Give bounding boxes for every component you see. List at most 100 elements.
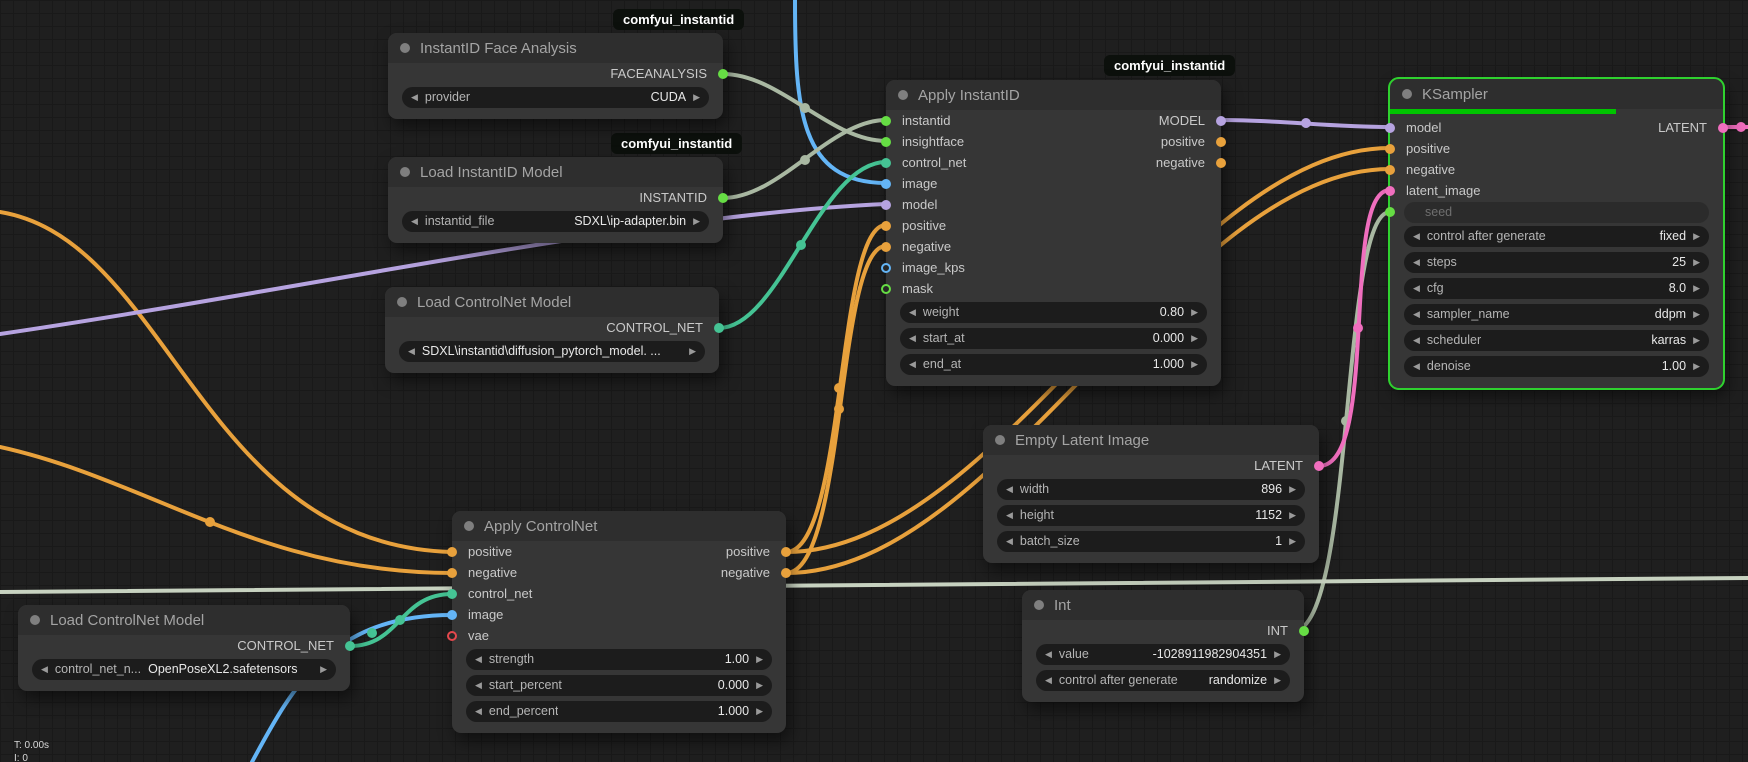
- collapse-dot[interactable]: [464, 521, 474, 531]
- widget-increment-arrow[interactable]: ▶: [1274, 650, 1281, 659]
- node-title-bar[interactable]: Apply ControlNet: [452, 511, 786, 541]
- widget-start_percent[interactable]: ◀start_percent0.000▶: [466, 675, 772, 696]
- node-empty-latent-image[interactable]: Empty Latent ImageLATENT◀width896▶◀heigh…: [983, 425, 1319, 563]
- input-control_net[interactable]: control_net: [452, 583, 532, 604]
- input-model[interactable]: model: [1390, 117, 1441, 138]
- widget-increment-arrow[interactable]: ▶: [1693, 336, 1700, 345]
- INT-dot[interactable]: [1299, 626, 1309, 636]
- widget-scheduler[interactable]: ◀schedulerkarras▶: [1404, 330, 1709, 351]
- link-center-dot[interactable]: [1736, 122, 1746, 132]
- output-MODEL[interactable]: MODEL: [1159, 110, 1221, 131]
- instantid-dot[interactable]: [881, 116, 891, 126]
- input-model[interactable]: model: [886, 194, 937, 215]
- widget-increment-arrow[interactable]: ▶: [693, 217, 700, 226]
- widget-decrement-arrow[interactable]: ◀: [411, 217, 418, 226]
- widget-decrement-arrow[interactable]: ◀: [1413, 336, 1420, 345]
- widget-decrement-arrow[interactable]: ◀: [1413, 284, 1420, 293]
- widget-control after generate[interactable]: ◀control after generatefixed▶: [1404, 226, 1709, 247]
- input-positive[interactable]: positive: [452, 541, 512, 562]
- input-positive[interactable]: positive: [886, 215, 946, 236]
- control_net-dot[interactable]: [447, 589, 457, 599]
- collapse-dot[interactable]: [400, 167, 410, 177]
- node-title-bar[interactable]: Int: [1022, 590, 1304, 620]
- widget-increment-arrow[interactable]: ▶: [756, 707, 763, 716]
- CONTROL_NET-dot[interactable]: [345, 641, 355, 651]
- collapse-dot[interactable]: [1402, 89, 1412, 99]
- input-mask[interactable]: mask: [886, 278, 933, 299]
- widget-instantid_file[interactable]: ◀instantid_fileSDXL\ip-adapter.bin▶: [402, 211, 709, 232]
- negative-dot[interactable]: [447, 568, 457, 578]
- CONTROL_NET-dot[interactable]: [714, 323, 724, 333]
- widget-decrement-arrow[interactable]: ◀: [1006, 537, 1013, 546]
- collapse-dot[interactable]: [1034, 600, 1044, 610]
- widget-decrement-arrow[interactable]: ◀: [475, 681, 482, 690]
- output-negative[interactable]: negative: [721, 562, 786, 583]
- widget-increment-arrow[interactable]: ▶: [320, 665, 327, 674]
- output-positive[interactable]: positive: [1161, 131, 1221, 152]
- widget-width[interactable]: ◀width896▶: [997, 479, 1305, 500]
- input-negative[interactable]: negative: [886, 236, 951, 257]
- latent_image-dot[interactable]: [1385, 186, 1395, 196]
- positive-dot[interactable]: [447, 547, 457, 557]
- node-title-bar[interactable]: Empty Latent Image: [983, 425, 1319, 455]
- link-center-dot[interactable]: [1353, 323, 1363, 333]
- widget-increment-arrow[interactable]: ▶: [1693, 284, 1700, 293]
- graph-canvas[interactable]: comfyui_instantid comfyui_instantid comf…: [0, 0, 1748, 762]
- output-LATENT[interactable]: LATENT: [1254, 455, 1319, 476]
- LATENT-dot[interactable]: [1314, 461, 1324, 471]
- widget-seed[interactable]: seed: [1404, 202, 1709, 223]
- widget-value[interactable]: ◀value-1028911982904351▶: [1036, 644, 1290, 665]
- input-vae[interactable]: vae: [452, 625, 489, 646]
- widget-sampler_name[interactable]: ◀sampler_nameddpm▶: [1404, 304, 1709, 325]
- widget-increment-arrow[interactable]: ▶: [1693, 362, 1700, 371]
- LATENT-dot[interactable]: [1718, 123, 1728, 133]
- link-center-dot[interactable]: [796, 240, 806, 250]
- MODEL-dot[interactable]: [1216, 116, 1226, 126]
- widget-provider[interactable]: ◀providerCUDA▶: [402, 87, 709, 108]
- node-load-controlnet-model-openpose[interactable]: Load ControlNet ModelCONTROL_NET◀control…: [18, 605, 350, 691]
- mask-dot[interactable]: [881, 284, 891, 294]
- widget-decrement-arrow[interactable]: ◀: [1413, 258, 1420, 267]
- FACEANALYSIS-dot[interactable]: [718, 69, 728, 79]
- node-title-bar[interactable]: Apply InstantID: [886, 80, 1221, 110]
- collapse-dot[interactable]: [397, 297, 407, 307]
- collapse-dot[interactable]: [995, 435, 1005, 445]
- widget-increment-arrow[interactable]: ▶: [689, 347, 696, 356]
- widget-increment-arrow[interactable]: ▶: [693, 93, 700, 102]
- output-CONTROL_NET[interactable]: CONTROL_NET: [606, 317, 719, 338]
- negative-dot[interactable]: [1216, 158, 1226, 168]
- link-center-dot[interactable]: [367, 628, 377, 638]
- widget-decrement-arrow[interactable]: ◀: [1006, 485, 1013, 494]
- widget-decrement-arrow[interactable]: ◀: [475, 707, 482, 716]
- node-load-controlnet-model-instantid[interactable]: Load ControlNet ModelCONTROL_NET◀SDXL\in…: [385, 287, 719, 373]
- widget-decrement-arrow[interactable]: ◀: [1413, 310, 1420, 319]
- widget-increment-arrow[interactable]: ▶: [756, 681, 763, 690]
- widget-steps[interactable]: ◀steps25▶: [1404, 252, 1709, 273]
- positive-dot[interactable]: [1216, 137, 1226, 147]
- node-title-bar[interactable]: Load ControlNet Model: [18, 605, 350, 635]
- widget-increment-arrow[interactable]: ▶: [1191, 360, 1198, 369]
- widget-decrement-arrow[interactable]: ◀: [909, 334, 916, 343]
- link-center-dot[interactable]: [1301, 118, 1311, 128]
- widget-decrement-arrow[interactable]: ◀: [41, 665, 48, 674]
- INSTANTID-dot[interactable]: [718, 193, 728, 203]
- widget-cfg[interactable]: ◀cfg8.0▶: [1404, 278, 1709, 299]
- widget-decrement-arrow[interactable]: ◀: [909, 360, 916, 369]
- image-dot[interactable]: [447, 610, 457, 620]
- input-negative[interactable]: negative: [452, 562, 517, 583]
- widget-increment-arrow[interactable]: ▶: [1289, 485, 1296, 494]
- link-center-dot[interactable]: [800, 155, 810, 165]
- output-positive[interactable]: positive: [726, 541, 786, 562]
- widget-decrement-arrow[interactable]: ◀: [408, 347, 415, 356]
- model-dot[interactable]: [881, 200, 891, 210]
- widget-control_net_n...[interactable]: ◀control_net_n...OpenPoseXL2.safetensors…: [32, 659, 336, 680]
- collapse-dot[interactable]: [400, 43, 410, 53]
- input-image[interactable]: image: [452, 604, 503, 625]
- widget-denoise[interactable]: ◀denoise1.00▶: [1404, 356, 1709, 377]
- widget-increment-arrow[interactable]: ▶: [1693, 232, 1700, 241]
- link-center-dot[interactable]: [205, 517, 215, 527]
- widget-increment-arrow[interactable]: ▶: [1289, 511, 1296, 520]
- slot-dot[interactable]: [1385, 207, 1395, 217]
- output-negative[interactable]: negative: [1156, 152, 1221, 173]
- input-negative[interactable]: negative: [1390, 159, 1455, 180]
